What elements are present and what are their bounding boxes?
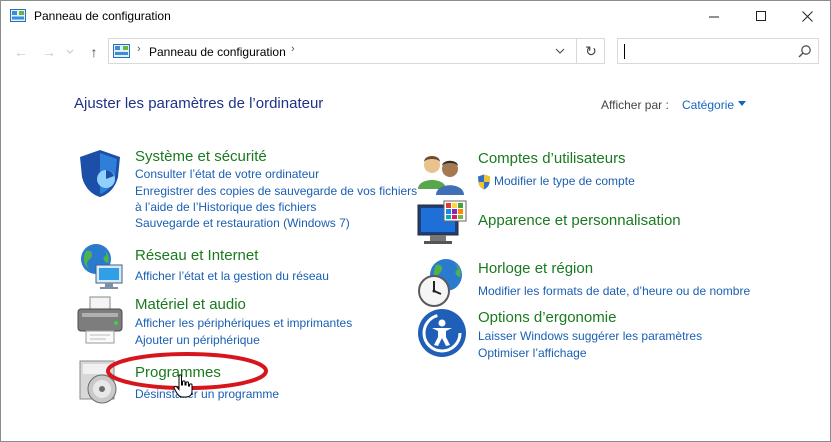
maximize-button[interactable] [738, 1, 784, 32]
category-clock-region[interactable]: Horloge et région [478, 260, 593, 277]
arrow-left-icon: ← [14, 44, 28, 60]
category-hardware-sound[interactable]: Matériel et audio [135, 296, 246, 313]
link-optimize-display[interactable]: Optimiser l’affichage [478, 346, 587, 360]
address-dropdown-button[interactable] [548, 39, 572, 63]
search-icon [798, 45, 811, 58]
user-accounts-icon[interactable] [416, 149, 468, 201]
back-button[interactable]: ← [12, 43, 30, 61]
title-bar: Panneau de configuration [1, 1, 830, 32]
close-icon [801, 11, 813, 22]
window-title: Panneau de configuration [34, 9, 171, 23]
link-network-status[interactable]: Afficher l’état et la gestion du réseau [135, 269, 329, 283]
ease-of-access-icon[interactable] [416, 307, 468, 359]
address-bar[interactable]: › Panneau de configuration › ↻ [108, 38, 605, 64]
close-button[interactable] [784, 1, 830, 32]
dropdown-arrow-icon[interactable] [738, 101, 746, 106]
search-input[interactable] [617, 38, 819, 64]
category-system-security[interactable]: Système et sécurité [135, 148, 267, 165]
chevron-down-icon [555, 48, 565, 54]
hand-cursor-icon [173, 374, 193, 398]
recent-locations-button[interactable] [64, 43, 76, 61]
forward-button[interactable]: → [40, 43, 58, 61]
link-file-history[interactable]: Enregistrer des copies de sauvegarde de … [135, 184, 417, 198]
refresh-icon: ↻ [585, 42, 597, 59]
category-network-internet[interactable]: Réseau et Internet [135, 247, 258, 264]
link-windows-suggest[interactable]: Laisser Windows suggérer les paramètres [478, 329, 702, 343]
link-backup-restore[interactable]: Sauvegarde et restauration (Windows 7) [135, 216, 350, 230]
breadcrumb-separator[interactable]: › [291, 43, 295, 55]
clock-region-icon[interactable] [416, 257, 468, 309]
uac-shield-icon [478, 174, 490, 190]
view-by-label: Afficher par : [601, 98, 669, 112]
shield-security-icon[interactable] [74, 147, 126, 199]
category-ease-of-access[interactable]: Options d’ergonomie [478, 309, 616, 326]
refresh-button[interactable]: ↻ [576, 39, 605, 63]
link-check-status[interactable]: Consulter l’état de votre ordinateur [135, 167, 319, 181]
link-change-account-type[interactable]: Modifier le type de compte [494, 174, 635, 188]
link-add-device[interactable]: Ajouter un périphérique [135, 333, 260, 347]
link-devices-printers[interactable]: Afficher les périphériques et imprimante… [135, 316, 352, 330]
category-appearance[interactable]: Apparence et personnalisation [478, 212, 681, 229]
appearance-monitor-icon[interactable] [416, 199, 468, 251]
category-user-accounts[interactable]: Comptes d’utilisateurs [478, 150, 626, 167]
up-button[interactable]: ↑ [85, 43, 103, 61]
control-panel-window: Panneau de configuration ← → ↑ › Panneau… [0, 0, 831, 442]
network-globe-icon[interactable] [74, 241, 126, 293]
view-by-dropdown[interactable]: Catégorie [682, 98, 734, 112]
minimize-icon [708, 16, 719, 18]
chevron-down-icon [66, 49, 74, 54]
link-date-time-formats[interactable]: Modifier les formats de date, d’heure ou… [478, 284, 750, 298]
arrow-right-icon: → [42, 44, 56, 60]
minimize-button[interactable] [691, 1, 737, 32]
arrow-up-icon: ↑ [90, 44, 98, 60]
text-caret [624, 44, 625, 59]
breadcrumb-control-panel[interactable]: Panneau de configuration [149, 45, 286, 59]
breadcrumb-separator: › [137, 43, 141, 55]
control-panel-icon [10, 9, 26, 22]
maximize-icon [755, 11, 766, 21]
control-panel-icon [113, 44, 130, 58]
link-file-history-2[interactable]: à l’aide de l’Historique des fichiers [135, 200, 316, 214]
page-heading: Ajuster les paramètres de l’ordinateur [74, 95, 324, 112]
printer-hardware-icon[interactable] [74, 295, 126, 347]
